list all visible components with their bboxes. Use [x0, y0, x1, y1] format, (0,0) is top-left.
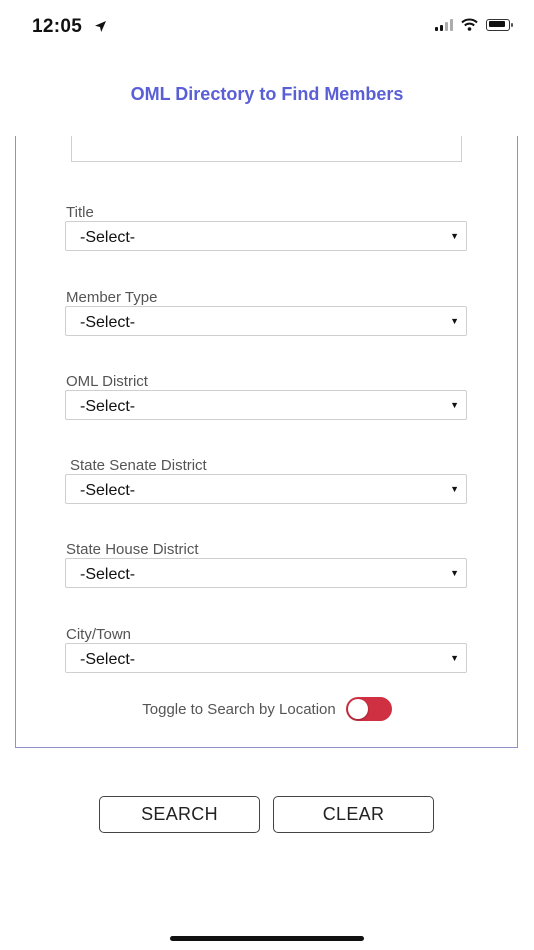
location-toggle[interactable]	[345, 697, 392, 721]
status-time: 12:05	[32, 16, 107, 38]
chevron-down-icon: ▼	[450, 400, 459, 410]
state-house-district-label: State House District	[66, 541, 199, 558]
chevron-down-icon: ▼	[450, 653, 459, 663]
search-button[interactable]: SEARCH	[99, 796, 260, 833]
page-title: OML Directory to Find Members	[130, 84, 404, 104]
member-type-select[interactable]: -Select- ▼	[65, 306, 467, 336]
city-town-select-value: -Select-	[80, 651, 136, 668]
title-label: Title	[66, 204, 94, 221]
city-town-label: City/Town	[66, 626, 132, 643]
oml-district-select[interactable]: -Select- ▼	[65, 390, 467, 420]
state-senate-district-select[interactable]: -Select- ▼	[65, 474, 467, 504]
chevron-down-icon: ▼	[450, 316, 459, 326]
member-type-label: Member Type	[66, 289, 158, 306]
state-senate-district-select-value: -Select-	[80, 482, 136, 499]
location-toggle-row: Toggle to Search by Location	[0, 697, 534, 721]
clear-button[interactable]: CLEAR	[273, 796, 434, 833]
state-house-district-select[interactable]: -Select- ▼	[65, 558, 467, 588]
toggle-knob	[347, 699, 368, 719]
chevron-down-icon: ▼	[450, 484, 459, 494]
title-select[interactable]: -Select- ▼	[65, 221, 467, 251]
chevron-down-icon: ▼	[450, 231, 459, 241]
title-select-value: -Select-	[80, 229, 136, 246]
member-type-select-value: -Select-	[80, 314, 136, 331]
location-toggle-label: Toggle to Search by Location	[142, 700, 336, 718]
battery-icon	[486, 18, 513, 31]
wifi-icon	[461, 18, 478, 31]
city-town-select[interactable]: -Select- ▼	[65, 643, 467, 673]
home-indicator	[170, 936, 364, 941]
oml-district-select-value: -Select-	[80, 398, 136, 415]
status-bar: 12:05	[0, 0, 534, 56]
status-icons	[435, 18, 513, 31]
state-house-district-select-value: -Select-	[80, 566, 136, 583]
chevron-down-icon: ▼	[450, 568, 459, 578]
search-text-input[interactable]	[71, 136, 462, 162]
signal-icon	[435, 18, 453, 31]
state-senate-district-label: State Senate District	[70, 457, 207, 474]
location-arrow-icon	[94, 21, 106, 32]
oml-district-label: OML District	[66, 373, 148, 390]
